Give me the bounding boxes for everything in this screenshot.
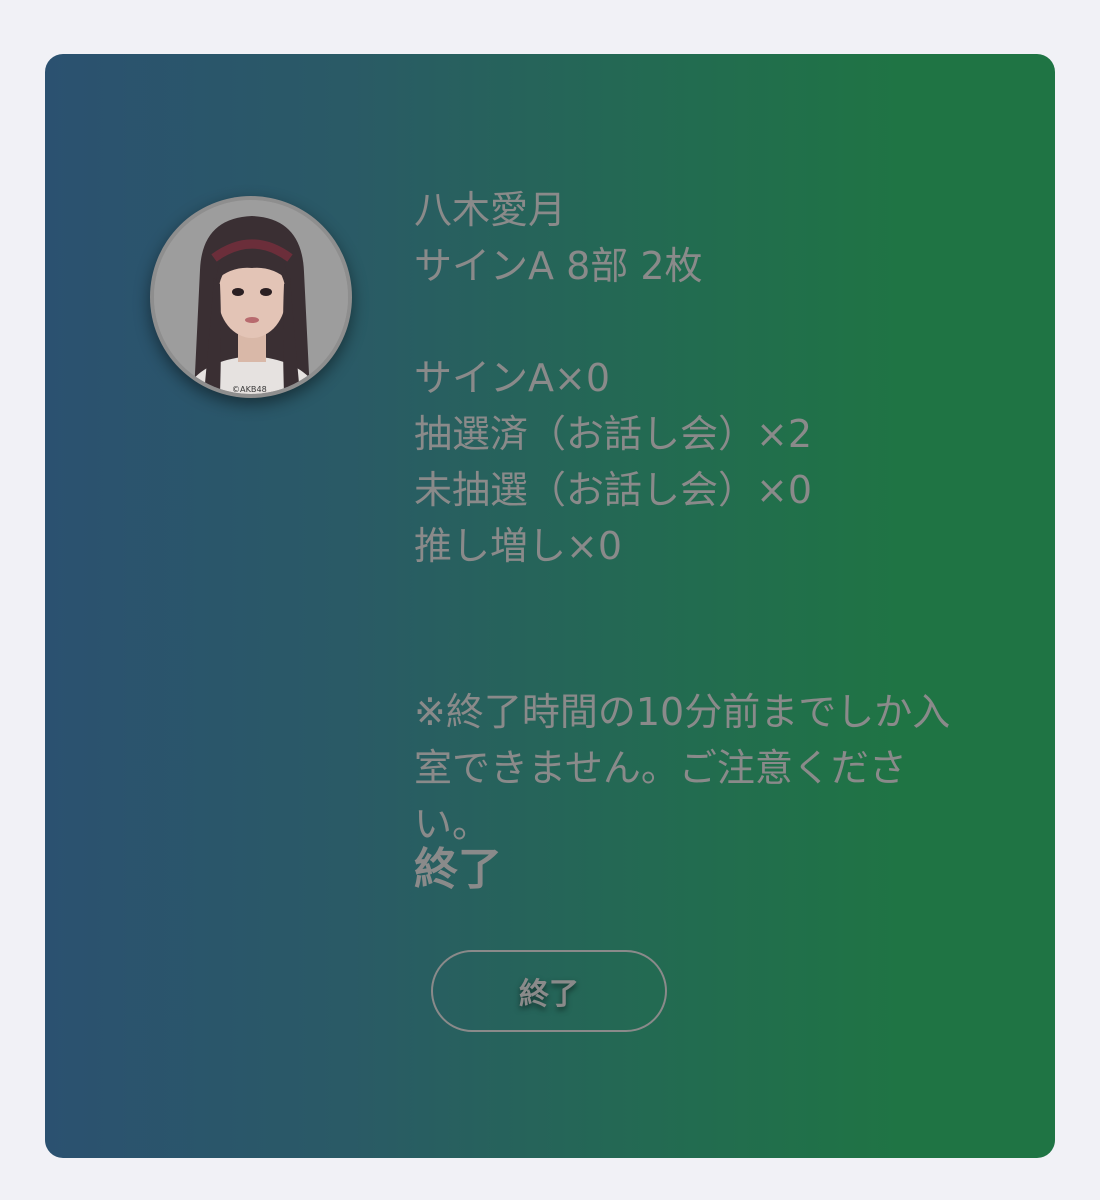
end-button[interactable]: 終了 [431, 950, 667, 1032]
member-name: 八木愛月 [414, 188, 567, 232]
ticket-summary: サインA 8部 2枚 [414, 244, 703, 288]
count-drawn-talk: 抽選済（お話し会）×2 [414, 412, 813, 456]
member-avatar: ©AKB48 [150, 196, 352, 398]
avatar-copyright: ©AKB48 [231, 385, 267, 395]
ticket-info: 八木愛月 サインA 8部 2枚 サインA×0 抽選済（お話し会）×2 未抽選（お… [414, 182, 812, 574]
status-label: 終了 [414, 844, 502, 895]
count-oshimashi: 推し増し×0 [414, 524, 623, 568]
count-sign-a: サインA×0 [414, 356, 611, 400]
member-photo-illustration [154, 200, 348, 394]
entry-notice: ※終了時間の10分前までしか入室できません。ご注意ください。 [414, 690, 951, 846]
event-card: ©AKB48 八木愛月 サインA 8部 2枚 サインA×0 抽選済（お話し会）×… [45, 54, 1055, 1158]
member-photo [154, 200, 348, 394]
count-undrawn-talk: 未抽選（お話し会）×0 [414, 468, 813, 512]
